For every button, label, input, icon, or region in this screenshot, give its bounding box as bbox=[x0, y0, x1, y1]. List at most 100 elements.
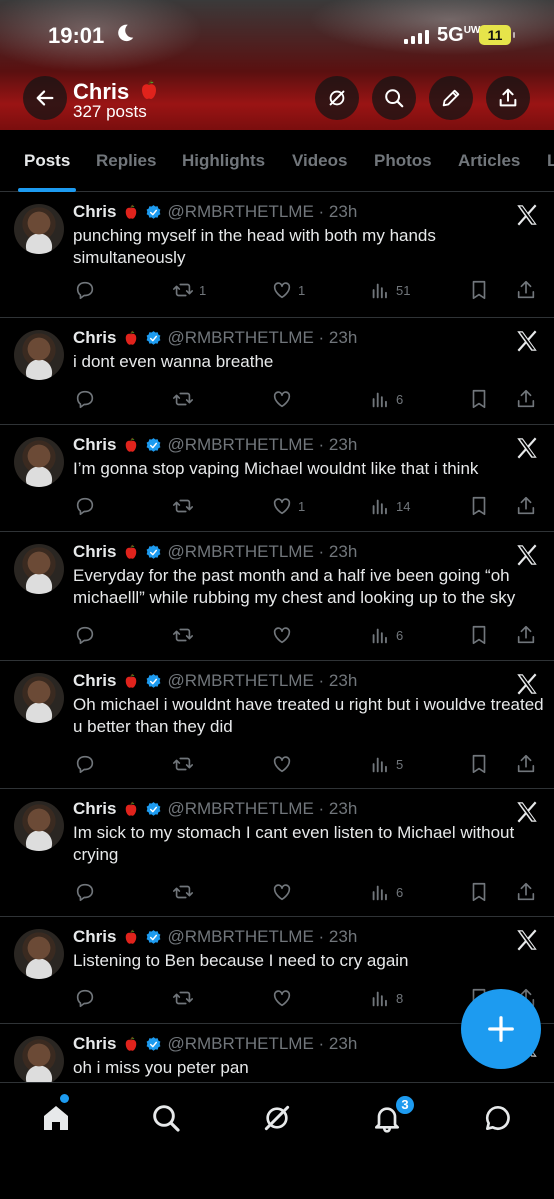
tweet-handle-time: @RMBRTHETLME · 23h bbox=[167, 328, 358, 347]
nav-home[interactable] bbox=[38, 1100, 74, 1136]
tweet-text: Im sick to my stomach I cant even listen… bbox=[73, 823, 515, 864]
avatar[interactable] bbox=[14, 801, 64, 851]
repost-button[interactable] bbox=[172, 986, 199, 1010]
bookmark-button[interactable] bbox=[468, 494, 490, 518]
repost-button[interactable] bbox=[172, 387, 199, 411]
bookmark-button[interactable] bbox=[468, 880, 490, 904]
repost-count: 1 bbox=[199, 282, 207, 298]
repost-button[interactable] bbox=[172, 880, 199, 904]
repost-button[interactable] bbox=[172, 623, 199, 647]
tweet-feed[interactable]: Chris @RMBRTHETLME · 23h punching myself i… bbox=[0, 192, 554, 1082]
apple-emoji-icon bbox=[142, 80, 157, 99]
tweet[interactable]: Chris @RMBRTHETLME · 23h I’m gonna stop va… bbox=[0, 425, 554, 532]
avatar[interactable] bbox=[14, 673, 64, 723]
bookmark-button[interactable] bbox=[468, 623, 490, 647]
like-button[interactable] bbox=[271, 986, 298, 1010]
avatar[interactable] bbox=[14, 330, 64, 380]
reply-button[interactable] bbox=[74, 880, 96, 904]
tweet-header: Chris @RMBRTHETLME · 23h bbox=[73, 328, 357, 348]
share-button[interactable] bbox=[515, 278, 537, 302]
share-icon bbox=[517, 389, 535, 408]
tab-likes[interactable]: L bbox=[547, 151, 554, 171]
reply-button[interactable] bbox=[74, 494, 96, 518]
grok-button[interactable] bbox=[315, 76, 359, 120]
share-button[interactable] bbox=[515, 880, 537, 904]
tweet-author-name[interactable]: Chris bbox=[73, 671, 116, 691]
tweet-author-name[interactable]: Chris bbox=[73, 1034, 116, 1054]
tweet-author-name[interactable]: Chris bbox=[73, 799, 116, 819]
avatar[interactable] bbox=[14, 204, 64, 254]
repost-button[interactable]: 1 bbox=[172, 278, 206, 302]
avatar[interactable] bbox=[14, 1036, 64, 1082]
tab-highlights[interactable]: Highlights bbox=[182, 151, 265, 171]
views-button[interactable]: 6 bbox=[369, 623, 403, 647]
tweet[interactable]: Chris @RMBRTHETLME · 23h punching myself i… bbox=[0, 192, 554, 318]
repost-button[interactable] bbox=[172, 752, 199, 776]
reply-button[interactable] bbox=[74, 986, 96, 1010]
nav-messages[interactable] bbox=[480, 1100, 516, 1136]
edit-icon bbox=[442, 89, 460, 107]
like-button[interactable]: 1 bbox=[271, 278, 305, 302]
compose-button[interactable] bbox=[461, 989, 541, 1069]
tweet-author-name[interactable]: Chris bbox=[73, 927, 116, 947]
nav-grok[interactable] bbox=[259, 1100, 295, 1136]
share-button[interactable] bbox=[515, 494, 537, 518]
tab-replies[interactable]: Replies bbox=[96, 151, 156, 171]
tweet[interactable]: Chris @RMBRTHETLME · 23h Everyday for the … bbox=[0, 532, 554, 661]
tab-videos[interactable]: Videos bbox=[292, 151, 347, 171]
like-button[interactable] bbox=[271, 752, 298, 776]
repost-icon bbox=[173, 283, 193, 297]
tweet-handle-time: @RMBRTHETLME · 23h bbox=[167, 542, 358, 561]
views-button[interactable]: 8 bbox=[369, 986, 403, 1010]
nav-search[interactable] bbox=[148, 1100, 184, 1136]
tweet-header: Chris @RMBRTHETLME · 23h bbox=[73, 671, 357, 691]
like-icon bbox=[273, 498, 291, 515]
like-button[interactable] bbox=[271, 880, 298, 904]
share-button[interactable] bbox=[515, 623, 537, 647]
bookmark-button[interactable] bbox=[468, 752, 490, 776]
tab-posts[interactable]: Posts bbox=[24, 151, 70, 171]
bottom-nav: 3 bbox=[0, 1082, 554, 1199]
tweet[interactable]: Chris @RMBRTHETLME · 23h Im sick to my sto… bbox=[0, 789, 554, 917]
like-icon bbox=[273, 627, 291, 644]
views-icon bbox=[372, 757, 387, 773]
edit-button[interactable] bbox=[429, 76, 473, 120]
tweet-author-name[interactable]: Chris bbox=[73, 435, 116, 455]
reply-button[interactable] bbox=[74, 278, 96, 302]
views-button[interactable]: 6 bbox=[369, 880, 403, 904]
bookmark-button[interactable] bbox=[468, 387, 490, 411]
apple-emoji-icon bbox=[126, 330, 137, 345]
back-button[interactable] bbox=[23, 76, 67, 120]
reply-button[interactable] bbox=[74, 623, 96, 647]
like-button[interactable]: 1 bbox=[271, 494, 305, 518]
tab-photos[interactable]: Photos bbox=[374, 151, 432, 171]
reply-button[interactable] bbox=[74, 387, 96, 411]
tweet-handle-time: @RMBRTHETLME · 23h bbox=[167, 799, 358, 818]
tweet-author-name[interactable]: Chris bbox=[73, 328, 116, 348]
verified-badge-icon bbox=[147, 204, 161, 219]
tweet-author-name[interactable]: Chris bbox=[73, 202, 116, 222]
avatar[interactable] bbox=[14, 437, 64, 487]
share-button[interactable] bbox=[515, 752, 537, 776]
repost-button[interactable] bbox=[172, 494, 199, 518]
tweet-author-name[interactable]: Chris bbox=[73, 542, 116, 562]
verified-badge-icon bbox=[147, 801, 161, 816]
share-button[interactable] bbox=[515, 387, 537, 411]
tweet-text: Oh michael i wouldnt have treated u righ… bbox=[73, 695, 544, 736]
views-button[interactable]: 51 bbox=[369, 278, 410, 302]
search-icon bbox=[385, 89, 404, 108]
avatar[interactable] bbox=[14, 544, 64, 594]
reply-button[interactable] bbox=[74, 752, 96, 776]
views-button[interactable]: 5 bbox=[369, 752, 403, 776]
views-button[interactable]: 14 bbox=[369, 494, 410, 518]
views-button[interactable]: 6 bbox=[369, 387, 403, 411]
tweet[interactable]: Chris @RMBRTHETLME · 23h i dont even wanna… bbox=[0, 318, 554, 425]
like-button[interactable] bbox=[271, 623, 298, 647]
tab-articles[interactable]: Articles bbox=[458, 151, 520, 171]
share-button[interactable] bbox=[486, 76, 530, 120]
search-button[interactable] bbox=[372, 76, 416, 120]
tweet[interactable]: Chris @RMBRTHETLME · 23h Oh michael i woul… bbox=[0, 661, 554, 789]
avatar[interactable] bbox=[14, 929, 64, 979]
like-button[interactable] bbox=[271, 387, 298, 411]
bookmark-button[interactable] bbox=[468, 278, 490, 302]
